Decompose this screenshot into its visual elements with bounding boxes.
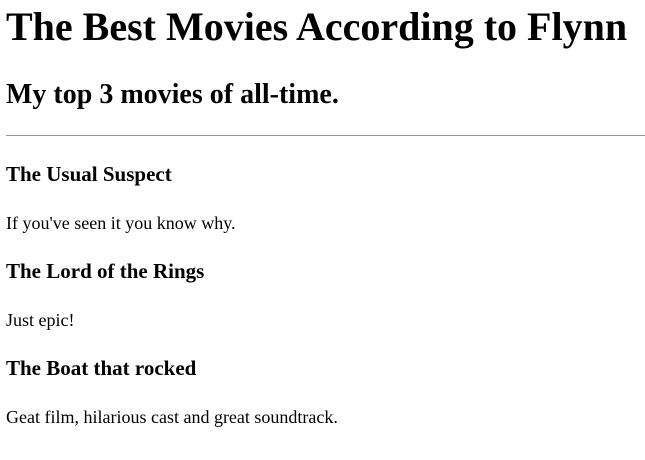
movie-title: The Lord of the Rings — [6, 259, 205, 283]
movie-description: If you've seen it you know why. — [6, 213, 236, 233]
page-title: The Best Movies According to Flynn — [6, 4, 628, 49]
movie-title: The Usual Suspect — [6, 162, 172, 186]
movie-title: The Boat that rocked — [6, 356, 197, 380]
divider — [6, 135, 645, 136]
movie-description: Geat film, hilarious cast and great soun… — [6, 407, 338, 427]
movie-description: Just epic! — [6, 310, 75, 330]
page-subtitle: My top 3 movies of all-time. — [6, 79, 339, 110]
page: The Best Movies According to Flynn My to… — [0, 0, 645, 460]
